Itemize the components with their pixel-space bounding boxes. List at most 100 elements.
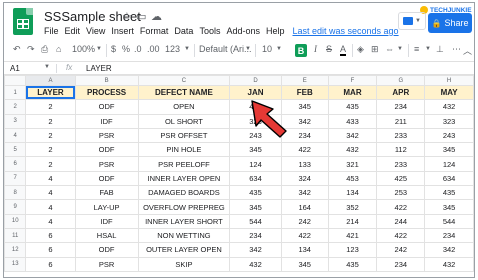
cell[interactable]: NON WETTING [137,227,231,244]
cell[interactable]: 4 [25,185,76,201]
cell[interactable]: 2 [25,156,76,172]
cell[interactable]: 211 [376,113,426,129]
column-header-b[interactable]: B [74,75,139,86]
horizontal-align-icon[interactable]: ≡ [414,44,419,54]
cell[interactable]: PSR [74,156,139,172]
row-header[interactable]: 7 [4,170,27,187]
font-select[interactable]: Default (Ari... [199,44,252,54]
cell[interactable]: 124 [229,156,282,172]
cell[interactable]: 422 [376,199,426,215]
increase-decimal-button[interactable]: .00 [147,44,160,54]
more-options-icon[interactable]: ⋯ [452,44,461,55]
cell[interactable]: PSR [74,127,139,144]
cell[interactable]: 634 [229,170,282,187]
cell[interactable]: 433 [327,113,378,129]
borders-icon[interactable]: ⊞ [371,44,379,55]
cell[interactable]: 244 [376,213,426,229]
column-header-c[interactable]: C [137,75,231,86]
cell[interactable]: FAB [74,185,139,201]
move-folder-icon[interactable]: ▭ [136,10,146,23]
currency-button[interactable]: $ [111,44,116,54]
cell[interactable]: 123 [327,242,378,258]
bold-button[interactable]: B [295,44,307,57]
sheets-logo-icon[interactable] [13,8,33,35]
cell[interactable]: 2 [25,127,76,144]
cell[interactable]: 4 [25,199,76,215]
cell[interactable]: 214 [327,213,378,229]
row-header[interactable]: 2 [4,99,27,115]
collapse-toolbar-icon[interactable]: ︿ [463,44,472,57]
column-header-e[interactable]: E [280,75,329,86]
zoom-select[interactable]: 100% [72,44,95,54]
cell[interactable]: 124 [424,156,474,172]
cell[interactable]: 133 [280,156,329,172]
cell[interactable]: 323 [424,113,474,129]
cell[interactable]: 544 [229,213,282,229]
row-header[interactable]: 12 [4,242,27,258]
menu-view[interactable]: View [86,26,105,36]
cell[interactable]: 233 [376,127,426,144]
cell[interactable]: 253 [376,185,426,201]
menu-help[interactable]: Help [266,26,285,36]
header-cell[interactable]: DEFECT NAME [137,84,231,101]
cell[interactable]: PSR [74,256,139,272]
cell[interactable]: DAMAGED BOARDS [137,185,231,201]
cell[interactable]: 345 [424,142,474,158]
cell[interactable]: 435 [424,185,474,201]
cell[interactable]: 421 [327,227,378,244]
cell[interactable]: 234 [229,227,282,244]
cell[interactable]: 4 [25,213,76,229]
cell[interactable]: SKIP [137,256,231,272]
header-cell[interactable]: MAR [327,84,378,101]
menu-file[interactable]: File [44,26,59,36]
formula-input[interactable]: LAYER [86,64,112,73]
italic-button[interactable]: I [314,44,317,54]
redo-icon[interactable]: ↷ [27,44,35,55]
row-header[interactable]: 8 [4,185,27,201]
cell[interactable]: 432 [327,142,378,158]
cell[interactable]: 345 [280,256,329,272]
text-color-button[interactable]: A [340,44,347,56]
cell[interactable]: 4 [25,170,76,187]
star-icon[interactable]: ☆ [122,10,132,23]
font-size-select[interactable]: 10 [262,44,272,54]
paint-format-icon[interactable]: ⌂ [56,44,61,54]
cell[interactable]: 345 [229,142,282,158]
cell[interactable]: 6 [25,256,76,272]
select-all-corner[interactable] [4,75,27,86]
cell[interactable]: OUTER LAYER OPEN [137,242,231,258]
column-header-h[interactable]: H [424,75,474,86]
cell[interactable]: 2 [25,99,76,115]
row-header[interactable]: 13 [4,256,27,272]
cell[interactable]: 6 [25,227,76,244]
cell[interactable]: 422 [376,227,426,244]
cell[interactable]: 134 [280,242,329,258]
cell[interactable]: 342 [280,185,329,201]
cell[interactable]: 242 [376,242,426,258]
cell[interactable]: 342 [229,242,282,258]
decrease-decimal-button[interactable]: .0 [134,44,142,54]
cell[interactable]: 432 [424,256,474,272]
cell[interactable]: 342 [327,127,378,144]
last-edit-link[interactable]: Last edit was seconds ago [293,26,399,36]
cell[interactable]: ODF [74,99,139,115]
cell[interactable]: 233 [376,156,426,172]
column-header-g[interactable]: G [376,75,426,86]
row-header[interactable]: 11 [4,227,27,244]
column-header-d[interactable]: D [229,75,282,86]
cell[interactable]: PIN HOLE [137,142,231,158]
cell[interactable]: 242 [280,213,329,229]
menu-format[interactable]: Format [140,26,169,36]
cell[interactable]: 234 [424,227,474,244]
cell[interactable]: 2 [25,113,76,129]
cell[interactable]: 422 [280,227,329,244]
name-box[interactable]: A1 [10,64,20,73]
menu-data[interactable]: Data [174,26,193,36]
cell[interactable]: 453 [327,170,378,187]
fill-color-icon[interactable]: ◈ [357,44,364,55]
cell[interactable]: ODF [74,142,139,158]
cell[interactable]: INNER LAYER OPEN [137,170,231,187]
cell[interactable]: 432 [229,256,282,272]
row-header[interactable]: 3 [4,113,27,129]
cell[interactable]: 112 [376,142,426,158]
